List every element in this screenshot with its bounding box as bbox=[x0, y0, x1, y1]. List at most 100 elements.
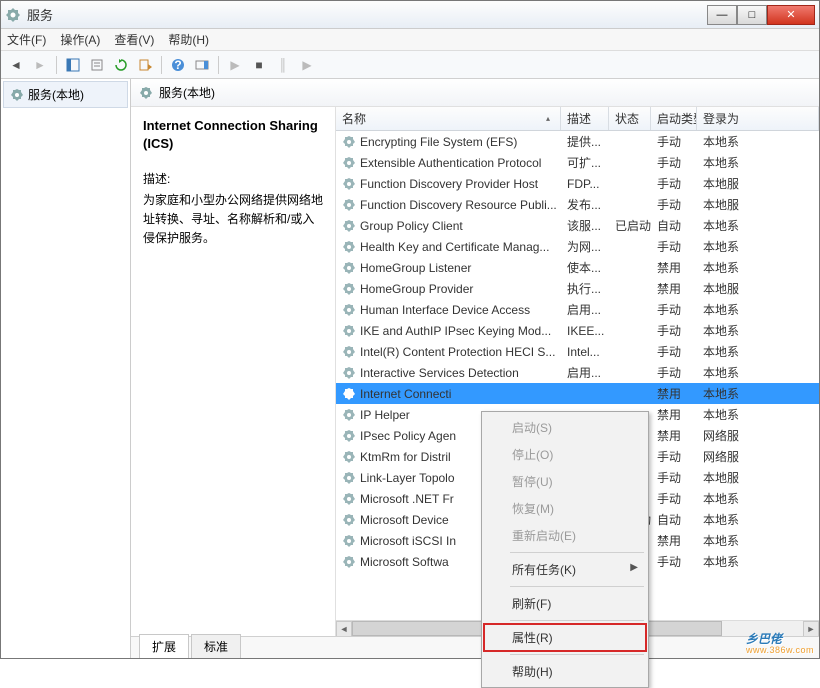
cell-logon: 本地系 bbox=[697, 299, 819, 320]
context-menu-item: 暂停(U) bbox=[484, 468, 646, 495]
column-name[interactable]: 名称▴ bbox=[336, 107, 561, 130]
menu-view[interactable]: 查看(V) bbox=[114, 31, 154, 48]
help-button[interactable]: ? bbox=[167, 54, 189, 76]
nav-panel: 服务(本地) bbox=[1, 79, 131, 658]
column-state[interactable]: 状态 bbox=[609, 107, 651, 130]
cell-start: 手动 bbox=[651, 299, 697, 320]
window-title: 服务 bbox=[27, 5, 707, 24]
cell-state bbox=[609, 203, 651, 207]
cell-desc: 执行... bbox=[561, 278, 609, 299]
cell-logon: 本地系 bbox=[697, 236, 819, 257]
cell-start: 自动 bbox=[651, 215, 697, 236]
cell-state bbox=[609, 329, 651, 333]
cell-start: 禁用 bbox=[651, 278, 697, 299]
services-window: 服务 — □ ✕ 文件(F) 操作(A) 查看(V) 帮助(H) ◄ ► ? ▶… bbox=[0, 0, 820, 659]
cell-name: Encrypting File System (EFS) bbox=[336, 133, 561, 151]
table-row[interactable]: Function Discovery Provider HostFDP...手动… bbox=[336, 173, 819, 194]
cell-start: 手动 bbox=[651, 446, 697, 467]
cell-logon: 网络服 bbox=[697, 446, 819, 467]
action-pane-button[interactable] bbox=[191, 54, 213, 76]
menu-file[interactable]: 文件(F) bbox=[7, 31, 46, 48]
table-row[interactable]: IKE and AuthIP IPsec Keying Mod...IKEE..… bbox=[336, 320, 819, 341]
scroll-left-button[interactable]: ◄ bbox=[336, 621, 352, 637]
cell-logon: 本地系 bbox=[697, 404, 819, 425]
cell-start: 自动 bbox=[651, 509, 697, 530]
cell-desc: 启用... bbox=[561, 362, 609, 383]
forward-button[interactable]: ► bbox=[29, 54, 51, 76]
cell-state bbox=[609, 266, 651, 270]
context-menu-item[interactable]: 刷新(F) bbox=[484, 590, 646, 617]
pause-button[interactable]: ║ bbox=[272, 54, 294, 76]
close-button[interactable]: ✕ bbox=[767, 5, 815, 25]
cell-state bbox=[609, 392, 651, 396]
cell-desc: FDP... bbox=[561, 175, 609, 193]
context-menu-item[interactable]: 属性(R) bbox=[484, 624, 646, 651]
cell-logon: 本地系 bbox=[697, 215, 819, 236]
nav-services-local[interactable]: 服务(本地) bbox=[3, 81, 128, 108]
menu-action[interactable]: 操作(A) bbox=[60, 31, 100, 48]
stop-button[interactable]: ■ bbox=[248, 54, 270, 76]
cell-logon: 本地系 bbox=[697, 551, 819, 572]
tab-extended[interactable]: 扩展 bbox=[139, 634, 189, 658]
cell-logon: 本地系 bbox=[697, 320, 819, 341]
cell-state: 已启动 bbox=[609, 215, 651, 236]
cell-state bbox=[609, 287, 651, 291]
cell-logon: 本地系 bbox=[697, 509, 819, 530]
maximize-button[interactable]: □ bbox=[737, 5, 767, 25]
separator bbox=[510, 620, 644, 621]
tab-standard[interactable]: 标准 bbox=[191, 634, 241, 658]
cell-start: 禁用 bbox=[651, 530, 697, 551]
cell-logon: 本地系 bbox=[697, 341, 819, 362]
cell-name: Health Key and Certificate Manag... bbox=[336, 238, 561, 256]
cell-state bbox=[609, 140, 651, 144]
cell-desc: 提供... bbox=[561, 131, 609, 152]
cell-start: 禁用 bbox=[651, 404, 697, 425]
separator bbox=[510, 654, 644, 655]
table-row[interactable]: Human Interface Device Access启用...手动本地系 bbox=[336, 299, 819, 320]
back-button[interactable]: ◄ bbox=[5, 54, 27, 76]
table-row[interactable]: Encrypting File System (EFS)提供...手动本地系 bbox=[336, 131, 819, 152]
restart-button[interactable]: ▶ bbox=[296, 54, 318, 76]
watermark-logo: 乡巴佬 www.386w.com bbox=[746, 623, 814, 655]
column-start[interactable]: 启动类型 bbox=[651, 107, 697, 130]
cell-desc: 该服... bbox=[561, 215, 609, 236]
play-button[interactable]: ▶ bbox=[224, 54, 246, 76]
table-row[interactable]: HomeGroup Listener使本...禁用本地系 bbox=[336, 257, 819, 278]
cell-logon: 网络服 bbox=[697, 425, 819, 446]
properties-button[interactable] bbox=[86, 54, 108, 76]
column-desc[interactable]: 描述 bbox=[561, 107, 609, 130]
cell-desc: 可扩... bbox=[561, 152, 609, 173]
cell-start: 禁用 bbox=[651, 425, 697, 446]
menu-help[interactable]: 帮助(H) bbox=[168, 31, 209, 48]
cell-start: 禁用 bbox=[651, 257, 697, 278]
table-row[interactable]: Group Policy Client该服...已启动自动本地系 bbox=[336, 215, 819, 236]
content-header: 服务(本地) bbox=[131, 79, 819, 107]
export-list-button[interactable] bbox=[134, 54, 156, 76]
table-row[interactable]: Intel(R) Content Protection HECI S...Int… bbox=[336, 341, 819, 362]
column-logon[interactable]: 登录为 bbox=[697, 107, 819, 130]
title-bar[interactable]: 服务 — □ ✕ bbox=[1, 1, 819, 29]
logo-text: 乡巴佬 bbox=[746, 632, 782, 646]
cell-name: HomeGroup Listener bbox=[336, 259, 561, 277]
context-menu-item[interactable]: 帮助(H) bbox=[484, 658, 646, 685]
context-menu-item[interactable]: 所有任务(K)▶ bbox=[484, 556, 646, 583]
show-hide-tree-button[interactable] bbox=[62, 54, 84, 76]
cell-start: 手动 bbox=[651, 467, 697, 488]
cell-state bbox=[609, 161, 651, 165]
table-row[interactable]: Interactive Services Detection启用...手动本地系 bbox=[336, 362, 819, 383]
cell-desc: 使本... bbox=[561, 257, 609, 278]
services-icon bbox=[5, 7, 21, 23]
cell-name: Interactive Services Detection bbox=[336, 364, 561, 382]
cell-state bbox=[609, 371, 651, 375]
cell-start: 手动 bbox=[651, 362, 697, 383]
table-row[interactable]: Extensible Authentication Protocol可扩...手… bbox=[336, 152, 819, 173]
context-menu-item: 启动(S) bbox=[484, 414, 646, 441]
table-row[interactable]: Health Key and Certificate Manag...为网...… bbox=[336, 236, 819, 257]
minimize-button[interactable]: — bbox=[707, 5, 737, 25]
refresh-button[interactable] bbox=[110, 54, 132, 76]
table-row[interactable]: HomeGroup Provider执行...禁用本地服 bbox=[336, 278, 819, 299]
cell-state bbox=[609, 350, 651, 354]
table-row[interactable]: Internet Connecti禁用本地系 bbox=[336, 383, 819, 404]
cell-logon: 本地服 bbox=[697, 194, 819, 215]
table-row[interactable]: Function Discovery Resource Publi...发布..… bbox=[336, 194, 819, 215]
